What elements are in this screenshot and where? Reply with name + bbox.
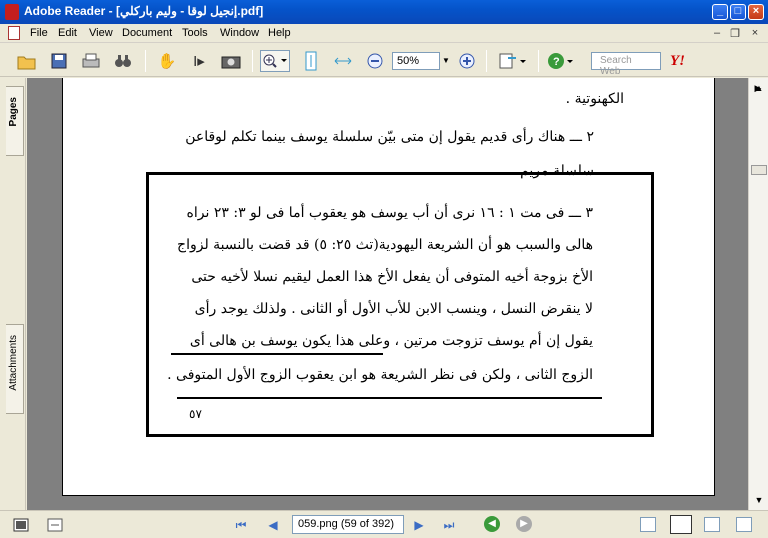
last-page-icon[interactable]: ⏭	[440, 517, 458, 533]
panel-expand-arrow-icon[interactable]: ▶	[750, 80, 766, 96]
tab-attachments[interactable]: Attachments	[6, 324, 24, 414]
zoom-in-tool-icon[interactable]	[260, 50, 290, 72]
text-underline	[171, 353, 383, 355]
menu-window[interactable]: Window	[220, 27, 259, 39]
document-minimize-button[interactable]: –	[710, 27, 724, 39]
svg-text:?: ?	[553, 56, 560, 68]
print-icon[interactable]	[80, 50, 102, 72]
select-text-icon[interactable]: I▸	[188, 50, 210, 72]
minimize-button[interactable]: _	[712, 4, 728, 20]
fit-height-icon[interactable]	[300, 50, 322, 72]
document-text-line: ٣ ـــ فى مت ١ : ١٦ نرى أن أب يوسف هو يعق…	[186, 205, 593, 221]
snapshot-camera-icon[interactable]	[220, 50, 242, 72]
document-close-button[interactable]: ×	[748, 27, 762, 39]
next-page-icon[interactable]: ▶	[410, 517, 428, 533]
pdf-document-icon[interactable]	[8, 26, 20, 40]
previous-view-icon[interactable]: ◀	[484, 516, 500, 532]
menu-file[interactable]: File	[30, 27, 48, 39]
tab-attachments-label: Attachments	[8, 335, 19, 391]
save-icon[interactable]	[48, 50, 70, 72]
toolbar-separator	[486, 50, 487, 72]
continuous-layout-icon[interactable]	[670, 515, 692, 534]
next-view-icon[interactable]: ▶	[516, 516, 532, 532]
status-bar: ⏮ ◀ 059.png (59 of 392) ▶ ⏭ ◀ ▶	[0, 510, 768, 538]
document-text-line: ٢ ـــ هناك رأى قديم يقول إن متى بيّن سلس…	[185, 129, 594, 145]
tab-pages[interactable]: Pages	[6, 86, 24, 156]
toolbar-separator	[145, 50, 146, 72]
toolbar-separator	[252, 50, 253, 72]
zoom-level-field[interactable]: 50%	[392, 52, 440, 70]
toolbar-separator	[538, 50, 539, 72]
previous-page-icon[interactable]: ◀	[264, 517, 282, 533]
document-page: الكهنوتية . ٢ ـــ هناك رأى قديم يقول إن …	[62, 78, 715, 496]
menu-edit[interactable]: Edit	[58, 27, 77, 39]
scroll-down-arrow-icon[interactable]: ▼	[751, 492, 767, 508]
boxed-paragraph: ٣ ـــ فى مت ١ : ١٦ نرى أن أب يوسف هو يعق…	[146, 172, 654, 437]
tab-pages-label: Pages	[8, 97, 19, 127]
footer-rule	[177, 397, 602, 399]
menu-tools[interactable]: Tools	[182, 27, 208, 39]
adobe-reader-window: Adobe Reader - [إنجيل لوقا - وليم باركلي…	[0, 0, 768, 538]
menu-document[interactable]: Document	[122, 27, 172, 39]
yahoo-logo[interactable]: Y!	[670, 53, 685, 70]
help-icon[interactable]: ?	[546, 50, 576, 72]
navigation-panel: Pages Attachments	[0, 78, 26, 510]
zoom-dropdown-chevron-icon[interactable]: ▼	[440, 52, 452, 70]
document-options-icon[interactable]	[44, 514, 66, 536]
document-text-line: لا ينقرض النسل ، وينسب الابن للأب الأول …	[194, 301, 593, 317]
open-folder-icon[interactable]	[16, 50, 38, 72]
facing-layout-icon[interactable]	[704, 517, 720, 532]
menu-help[interactable]: Help	[268, 27, 291, 39]
menu-view[interactable]: View	[89, 27, 113, 39]
close-button[interactable]: ×	[748, 4, 764, 20]
page-number-field[interactable]: 059.png (59 of 392)	[292, 515, 404, 534]
title-bar[interactable]: Adobe Reader - [إنجيل لوقا - وليم باركلي…	[0, 0, 768, 24]
page-number: ٥٧	[189, 407, 202, 421]
document-text-line: الأخ بزوجة أخيه المتوفى أن يفعل الأخ هذا…	[191, 269, 593, 285]
document-text-line: يقول إن أم يوسف تزوجت مرتين ، وعلى هذا ي…	[189, 333, 593, 349]
pages-panel-toggle-icon[interactable]	[10, 514, 32, 536]
document-restore-button[interactable]: ❐	[728, 27, 742, 40]
document-view[interactable]: الكهنوتية . ٢ ـــ هناك رأى قديم يقول إن …	[27, 78, 748, 510]
scrollbar-thumb[interactable]	[751, 165, 767, 175]
first-page-icon[interactable]: ⏮	[232, 517, 250, 533]
single-page-layout-icon[interactable]	[640, 517, 656, 532]
zoom-in-icon[interactable]	[456, 50, 478, 72]
zoom-out-icon[interactable]	[364, 50, 386, 72]
fit-width-icon[interactable]	[332, 50, 354, 72]
binoculars-icon[interactable]	[112, 50, 134, 72]
adobe-reader-icon	[5, 4, 19, 20]
document-text-line: هالى والسبب هو أن الشريعة اليهودية(تث ٢٥…	[177, 237, 593, 253]
menu-bar: File Edit View Document Tools Window Hel…	[0, 24, 768, 43]
window-title: Adobe Reader - [إنجيل لوقا - وليم باركلي…	[24, 4, 264, 18]
search-web-input[interactable]: Search Web	[591, 52, 661, 77]
document-text-line: الزوج الثانى ، ولكن فى نظر الشريعة هو اب…	[167, 367, 593, 383]
continuous-facing-layout-icon[interactable]	[736, 517, 752, 532]
vertical-scrollbar[interactable]: ▲ ▼	[748, 78, 768, 510]
page-layout-menu-icon[interactable]	[496, 50, 530, 72]
maximize-button[interactable]: □	[730, 4, 746, 20]
hand-tool-icon[interactable]: ✋	[156, 50, 178, 72]
toolbar: ✋ I▸ 50% ▼ ? Search Web Y!	[0, 44, 768, 77]
document-text-line: الكهنوتية .	[565, 91, 624, 107]
